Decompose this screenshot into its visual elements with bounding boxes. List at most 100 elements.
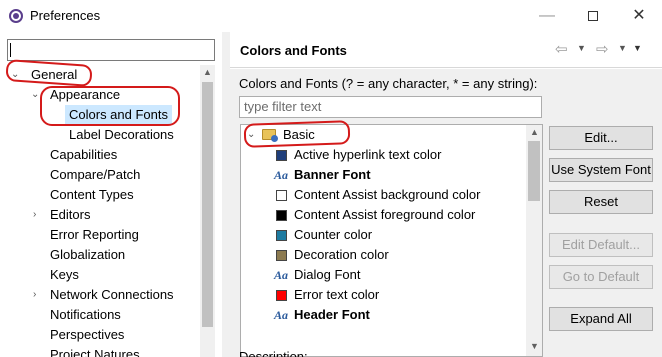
group-basic[interactable]: ⌄ Basic [241, 125, 521, 145]
list-item-label: Content Assist background color [294, 187, 481, 202]
tree-item-label: Error Reporting [50, 227, 139, 242]
list-item[interactable]: Decoration color [241, 245, 521, 265]
chevron-down-icon[interactable]: ⌄ [11, 65, 19, 85]
tree-item-label: Appearance [50, 87, 121, 102]
page-title: Colors and Fonts [240, 43, 347, 58]
tree-item-globalization[interactable]: Globalization [50, 245, 125, 265]
list-item[interactable]: Aa Dialog Font [241, 265, 521, 285]
page-content: Colors and Fonts (? = any character, * =… [230, 69, 662, 357]
forward-arrow-icon[interactable]: ⇨ [596, 40, 609, 58]
color-swatch-icon [276, 210, 287, 221]
tree-item-label: Capabilities [50, 147, 118, 162]
view-menu-icon[interactable]: ▼ [633, 43, 642, 53]
text-cursor [10, 43, 11, 57]
go-to-default-button[interactable]: Go to Default [549, 265, 653, 289]
tree-item-colors-and-fonts[interactable]: Colors and Fonts [65, 105, 172, 125]
font-icon: Aa [274, 268, 289, 282]
list-item[interactable]: Content Assist background color [241, 185, 521, 205]
tree-item-label: Globalization [50, 247, 126, 262]
tree-item-label: Content Types [50, 187, 134, 202]
color-swatch-icon [276, 290, 287, 301]
filter-input[interactable]: type filter text [239, 96, 542, 118]
list-item[interactable]: Aa Header Font [241, 305, 521, 325]
scrollbar-thumb[interactable] [528, 141, 540, 201]
scrollbar-thumb[interactable] [202, 82, 213, 327]
tree-item-label: Notifications [50, 307, 121, 322]
list-item-label: Header Font [294, 307, 370, 322]
pane-divider[interactable] [222, 32, 230, 357]
eclipse-app-icon [9, 9, 23, 23]
back-arrow-icon[interactable]: ⇦ [555, 40, 568, 58]
list-item-label: Dialog Font [294, 267, 361, 282]
edit-button[interactable]: Edit... [549, 126, 653, 150]
maximize-button[interactable] [570, 0, 616, 32]
chevron-down-icon[interactable]: ⌄ [247, 125, 255, 145]
tree-item-network-connections[interactable]: › Network Connections [33, 285, 174, 305]
scroll-down-icon[interactable]: ▼ [530, 341, 539, 351]
list-item[interactable]: Aa Banner Font [241, 165, 521, 185]
tree-item-content-types[interactable]: Content Types [50, 185, 134, 205]
title-bar: Preferences — ✕ [0, 0, 662, 32]
minimize-button[interactable]: — [524, 0, 570, 32]
list-item-label: Active hyperlink text color [294, 147, 442, 162]
chevron-right-icon[interactable]: › [33, 205, 36, 225]
tree-item-capabilities[interactable]: Capabilities [50, 145, 117, 165]
reset-button[interactable]: Reset [549, 190, 653, 214]
chevron-right-icon[interactable]: › [33, 285, 36, 305]
tree-item-project-natures[interactable]: Project Natures [50, 345, 140, 357]
color-swatch-icon [276, 190, 287, 201]
list-item[interactable]: Counter color [241, 225, 521, 245]
description-label: Description: [239, 349, 308, 357]
scroll-up-icon[interactable]: ▲ [203, 67, 212, 77]
tree-item-label: Label Decorations [69, 127, 174, 142]
edit-default-button[interactable]: Edit Default... [549, 233, 653, 257]
tree-filter-input[interactable] [7, 39, 215, 61]
preference-tree-pane: ⌄ General ⌄ Appearance Colors and Fonts … [0, 32, 222, 357]
list-item[interactable]: Active hyperlink text color [241, 145, 521, 165]
forward-dropdown-icon[interactable]: ▼ [618, 43, 627, 53]
tree-item-label: General [31, 67, 78, 82]
tree-item-keys[interactable]: Keys [50, 265, 79, 285]
color-swatch-icon [276, 150, 287, 161]
tree-item-label: Compare/Patch [50, 167, 141, 182]
list-item-label: Counter color [294, 227, 373, 242]
tree-item-label: Project Natures [50, 347, 140, 357]
group-label: Basic [283, 127, 315, 142]
tree-item-label: Editors [50, 207, 91, 222]
color-swatch-icon [276, 250, 287, 261]
back-dropdown-icon[interactable]: ▼ [577, 43, 586, 53]
list-scrollbar[interactable]: ▲ ▼ [526, 125, 542, 356]
page-description: Colors and Fonts (? = any character, * =… [239, 76, 538, 91]
page-header: Colors and Fonts ⇦ ▼ ⇨ ▼ ▼ [230, 32, 662, 68]
tree-item-editors[interactable]: › Editors [33, 205, 91, 225]
tree-item-notifications[interactable]: Notifications [50, 305, 121, 325]
close-button[interactable]: ✕ [616, 0, 662, 32]
list-item[interactable]: Error text color [241, 285, 521, 305]
colors-fonts-tree[interactable]: ⌄ Basic Active hyperlink text color Aa B… [240, 124, 543, 357]
tree-scrollbar[interactable]: ▲ [200, 65, 215, 357]
list-item-label: Error text color [294, 287, 380, 302]
expand-all-button[interactable]: Expand All [549, 307, 653, 331]
tree-item-compare-patch[interactable]: Compare/Patch [50, 165, 140, 185]
list-item-label: Decoration color [294, 247, 389, 262]
use-system-font-button[interactable]: Use System Font [549, 158, 653, 182]
font-icon: Aa [274, 308, 289, 322]
scroll-up-icon[interactable]: ▲ [530, 127, 539, 137]
chevron-down-icon[interactable]: ⌄ [31, 85, 39, 105]
tree-item-perspectives[interactable]: Perspectives [50, 325, 124, 345]
preference-page: Colors and Fonts ⇦ ▼ ⇨ ▼ ▼ Colors and Fo… [230, 32, 662, 357]
tree-item-label: Keys [50, 267, 79, 282]
list-item[interactable]: Content Assist foreground color [241, 205, 521, 225]
tree-item-label: Perspectives [50, 327, 125, 342]
tree-item-label: Colors and Fonts [69, 107, 168, 122]
category-folder-icon [262, 129, 278, 142]
color-swatch-icon [276, 230, 287, 241]
maximize-icon [588, 10, 598, 21]
font-icon: Aa [274, 168, 289, 182]
tree-item-label-decorations[interactable]: Label Decorations [69, 125, 174, 145]
window-title: Preferences [30, 8, 101, 23]
tree-item-label: Network Connections [50, 287, 174, 302]
list-item-label: Banner Font [294, 167, 371, 182]
list-item-label: Content Assist foreground color [294, 207, 476, 222]
tree-item-error-reporting[interactable]: Error Reporting [50, 225, 139, 245]
